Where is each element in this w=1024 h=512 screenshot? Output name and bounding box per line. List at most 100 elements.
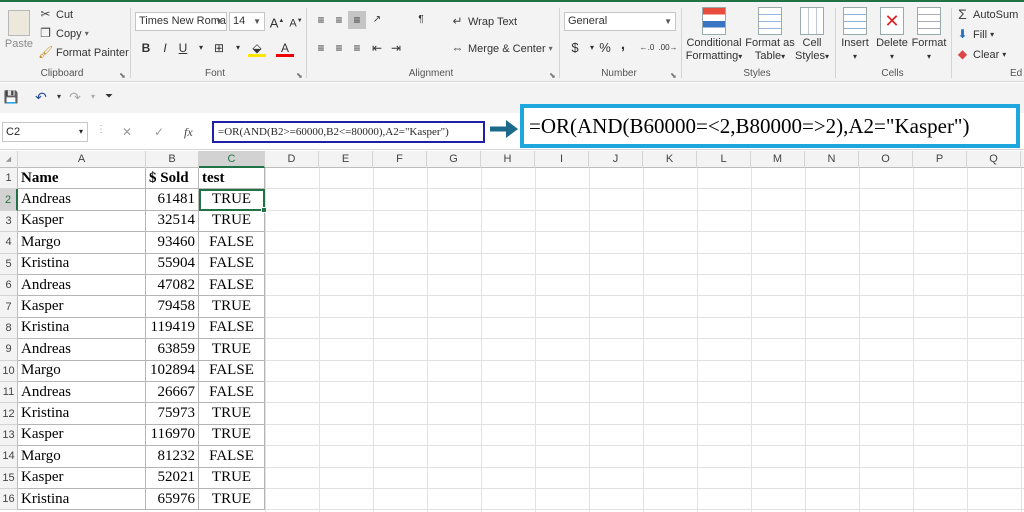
cell-sold[interactable]: 119419	[146, 317, 199, 340]
italic-button[interactable]: I	[156, 39, 174, 57]
row-header[interactable]: 14	[0, 446, 18, 468]
align-right-icon[interactable]: ≡	[348, 39, 366, 57]
cell-sold[interactable]: 116970	[146, 424, 199, 447]
column-header-g[interactable]: G	[427, 151, 481, 168]
column-header-l[interactable]: L	[697, 151, 751, 168]
formula-input[interactable]: =OR(AND(B2>=60000,B2<=80000),A2="Kasper"…	[212, 121, 485, 143]
increase-indent-icon[interactable]: ⇥	[387, 39, 405, 57]
bold-button[interactable]: B	[137, 39, 155, 57]
column-header-q[interactable]: Q	[967, 151, 1021, 168]
cell-test[interactable]: FALSE	[199, 232, 265, 254]
header-cell-sold[interactable]: $ Sold	[146, 168, 199, 190]
fill-handle[interactable]	[261, 206, 267, 213]
cell-sold[interactable]: 65976	[146, 489, 199, 511]
cell-sold[interactable]: 61481	[146, 189, 199, 211]
number-launcher-icon[interactable]: ⬊	[670, 71, 677, 80]
cell-test[interactable]: FALSE	[199, 446, 265, 468]
undo-icon[interactable]: ↶	[32, 88, 50, 106]
select-all-icon[interactable]: ◢	[0, 151, 18, 168]
cell-sold[interactable]: 52021	[146, 467, 199, 489]
align-center-icon[interactable]: ≡	[330, 39, 348, 57]
header-cell-test[interactable]: test	[199, 168, 265, 190]
column-header-m[interactable]: M	[751, 151, 805, 168]
cancel-icon[interactable]: ✕	[118, 123, 136, 141]
cell-name[interactable]: Kristina	[18, 489, 146, 511]
enter-icon[interactable]: ✓	[150, 123, 168, 141]
cell-test[interactable]: FALSE	[199, 317, 265, 340]
row-header[interactable]: 13	[0, 424, 18, 447]
align-left-icon[interactable]: ≡	[312, 39, 330, 57]
alignment-launcher-icon[interactable]: ⬊	[549, 71, 556, 80]
font-launcher-icon[interactable]: ⬊	[296, 71, 303, 80]
cell-name[interactable]: Andreas	[18, 189, 146, 211]
column-header-i[interactable]: I	[535, 151, 589, 168]
header-cell-name[interactable]: Name	[18, 168, 146, 190]
column-header-f[interactable]: F	[373, 151, 427, 168]
cell-sold[interactable]: 79458	[146, 296, 199, 318]
align-top-icon[interactable]: ≡	[312, 11, 330, 29]
fill-button[interactable]: ⬇ Fill ▾	[955, 27, 994, 42]
active-cell[interactable]: TRUE	[199, 189, 265, 211]
column-header-c[interactable]: C	[199, 151, 265, 168]
font-size-combo[interactable]: 14 ▼	[229, 12, 265, 31]
copy-button[interactable]: ❐ Copy ▾	[38, 26, 89, 41]
row-header[interactable]: 16	[0, 489, 18, 511]
borders-dropdown[interactable]: ▾	[229, 39, 247, 57]
comma-button[interactable]: ,	[614, 36, 632, 54]
save-icon[interactable]: 💾	[2, 88, 20, 106]
column-header-n[interactable]: N	[805, 151, 859, 168]
cell-test[interactable]: FALSE	[199, 382, 265, 404]
paste-button[interactable]: Paste	[4, 10, 34, 51]
cell-test[interactable]: TRUE	[199, 489, 265, 511]
merge-center-button[interactable]: ⇔ Merge & Center ▾	[450, 41, 553, 56]
row-header[interactable]: 5	[0, 253, 18, 275]
decrease-decimal-icon[interactable]: .00→	[658, 39, 678, 57]
cell-styles-button[interactable]: Cell Styles▾	[794, 7, 830, 63]
cell-name[interactable]: Andreas	[18, 382, 146, 404]
conditional-formatting-button[interactable]: Conditional Formatting▾	[684, 7, 744, 63]
customize-qat-icon[interactable]: ⏷	[100, 88, 118, 106]
cell-name[interactable]: Kristina	[18, 317, 146, 340]
shrink-font-button[interactable]: A▼	[287, 12, 305, 30]
cell-test[interactable]: TRUE	[199, 296, 265, 318]
cell-sold[interactable]: 55904	[146, 253, 199, 275]
percent-button[interactable]: %	[596, 39, 614, 57]
redo-icon[interactable]: ↷	[66, 88, 84, 106]
row-header[interactable]: 4	[0, 232, 18, 254]
cell-test[interactable]: TRUE	[199, 467, 265, 489]
worksheet-grid[interactable]: 1 Name $ Sold test 2 Andreas 61481 TRUE 3 Kasper 3…	[0, 168, 1024, 512]
column-header-h[interactable]: H	[481, 151, 535, 168]
increase-decimal-icon[interactable]: ←.0	[637, 39, 657, 57]
indent-icon[interactable]: ¶	[412, 11, 430, 29]
row-header[interactable]: 1	[0, 168, 18, 190]
cell-test[interactable]: TRUE	[199, 424, 265, 447]
cell-test[interactable]: TRUE	[199, 339, 265, 361]
column-header-o[interactable]: O	[859, 151, 913, 168]
name-box[interactable]: C2 ▾	[2, 122, 88, 142]
font-color-icon[interactable]: A	[276, 39, 294, 57]
column-header-b[interactable]: B	[146, 151, 199, 168]
cell-sold[interactable]: 75973	[146, 403, 199, 425]
format-painter-button[interactable]: 🖌 Format Painter	[38, 45, 129, 60]
cell-test[interactable]: FALSE	[199, 275, 265, 297]
cell-test[interactable]: TRUE	[199, 403, 265, 425]
cell-name[interactable]: Kasper	[18, 210, 146, 233]
row-header[interactable]: 9	[0, 339, 18, 361]
row-header[interactable]: 11	[0, 382, 18, 404]
cell-sold[interactable]: 26667	[146, 382, 199, 404]
clear-button[interactable]: ◆ Clear ▾	[955, 47, 1006, 62]
cut-button[interactable]: ✂ Cut	[38, 7, 73, 22]
column-header-j[interactable]: J	[589, 151, 643, 168]
number-format-combo[interactable]: General ▼	[564, 12, 676, 31]
clipboard-launcher-icon[interactable]: ⬊	[119, 71, 126, 80]
cell-name[interactable]: Kristina	[18, 253, 146, 275]
underline-dropdown[interactable]: ▾	[192, 39, 210, 57]
cell-name[interactable]: Margo	[18, 232, 146, 254]
cell-name[interactable]: Kristina	[18, 403, 146, 425]
cell-sold[interactable]: 32514	[146, 210, 199, 233]
borders-icon[interactable]: ⊞	[210, 39, 228, 57]
column-header-a[interactable]: A	[18, 151, 146, 168]
cell-name[interactable]: Kasper	[18, 296, 146, 318]
row-header[interactable]: 8	[0, 317, 18, 340]
wrap-text-button[interactable]: ↵ Wrap Text	[450, 14, 517, 29]
